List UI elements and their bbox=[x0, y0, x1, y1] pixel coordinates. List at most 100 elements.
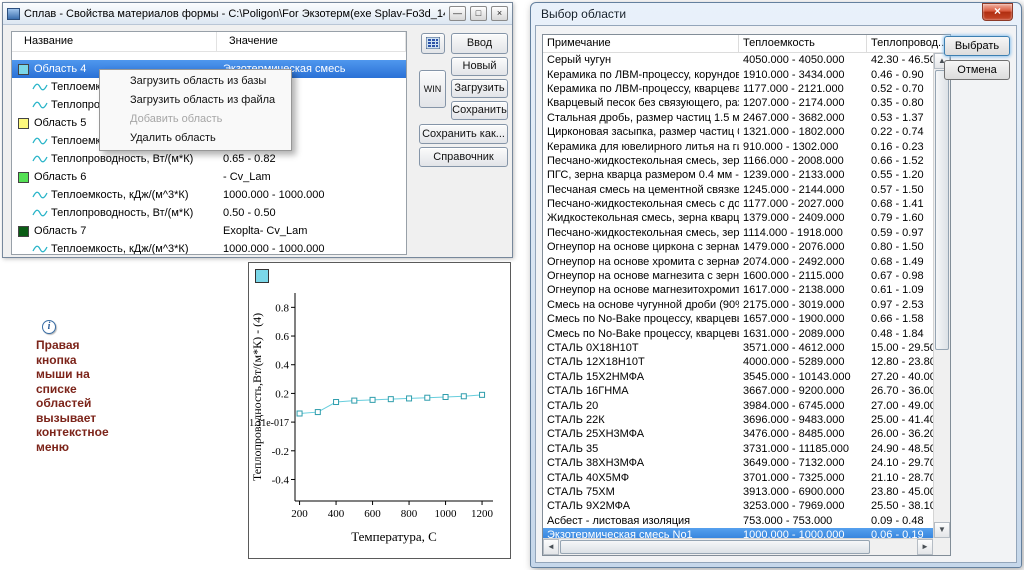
horizontal-scroll-thumb[interactable] bbox=[560, 540, 870, 554]
material-cell: 0.48 - 1.84 bbox=[867, 328, 933, 340]
context-menu-item: Добавить область bbox=[102, 110, 289, 129]
material-cell: 1000.000 - 1000.000 bbox=[739, 529, 867, 538]
material-cell: 1239.000 - 2133.000 bbox=[739, 169, 867, 181]
column-header-value[interactable]: Значение bbox=[217, 32, 406, 51]
material-row[interactable]: Цирконовая засыпка, размер частиц 0.25 м… bbox=[543, 125, 933, 139]
property-value: Exoplta- Cv_Lam bbox=[217, 225, 406, 237]
note-text-line: меню bbox=[36, 440, 148, 455]
material-cell: Смесь на основе чугунной дроби (90%) раз… bbox=[543, 299, 739, 311]
context-menu-item[interactable]: Загрузить область из базы bbox=[102, 72, 289, 91]
material-cell: СТАЛЬ 16ГНМА bbox=[543, 385, 739, 397]
context-menu-item[interactable]: Удалить область bbox=[102, 129, 289, 148]
close-button[interactable]: × bbox=[491, 6, 508, 21]
select-button[interactable]: Выбрать bbox=[944, 36, 1010, 56]
material-cell: Жидкостекольная смесь, зерна кварца и ц.… bbox=[543, 212, 739, 224]
property-row[interactable]: Область 7Exoplta- Cv_Lam bbox=[12, 222, 406, 240]
material-row[interactable]: Смесь по No-Bake процессу, кварцевые зер… bbox=[543, 326, 933, 340]
region-color-swatch bbox=[18, 64, 29, 75]
new-button[interactable]: Новый bbox=[451, 57, 508, 76]
material-row[interactable]: СТАЛЬ 353731.000 - 11185.00024.90 - 48.5… bbox=[543, 442, 933, 456]
material-row[interactable]: СТАЛЬ 12X18Н10Т4000.000 - 5289.00012.80 … bbox=[543, 355, 933, 369]
column-header-heat-capacity[interactable]: Теплоемкость bbox=[739, 35, 867, 52]
svg-text:600: 600 bbox=[364, 508, 381, 520]
svg-text:-0.4: -0.4 bbox=[272, 474, 290, 486]
material-row[interactable]: Смесь на основе чугунной дроби (90%) раз… bbox=[543, 298, 933, 312]
close-icon[interactable]: × bbox=[982, 3, 1013, 21]
material-row[interactable]: СТАЛЬ 25ХН3МФА3476.000 - 8485.00026.00 -… bbox=[543, 427, 933, 441]
material-row[interactable]: СТАЛЬ 38ХН3МФА3649.000 - 7132.00024.10 -… bbox=[543, 456, 933, 470]
maximize-button[interactable]: □ bbox=[470, 6, 487, 21]
vertical-scrollbar[interactable]: ▲ ▼ bbox=[933, 53, 950, 538]
material-row[interactable]: ПГС, зерна кварца размером 0.4 мм - 100%… bbox=[543, 168, 933, 182]
materials-list[interactable]: Примечание Теплоемкость Теплопровод... С… bbox=[542, 34, 951, 556]
property-value: 0.50 - 0.50 bbox=[217, 207, 406, 219]
column-header-name[interactable]: Название bbox=[12, 32, 217, 51]
material-cell: Песчаная смесь на цементной связке, зерн… bbox=[543, 184, 739, 196]
material-row[interactable]: СТАЛЬ 9Х2МФА3253.000 - 7969.00025.50 - 3… bbox=[543, 499, 933, 513]
keypad-icon bbox=[426, 37, 440, 49]
material-cell: 0.55 - 1.20 bbox=[867, 169, 933, 181]
scroll-left-icon[interactable]: ◄ bbox=[543, 539, 559, 555]
svg-text:Теплопроводность,Вт/(м*К) - (4: Теплопроводность,Вт/(м*К) - (4) bbox=[250, 313, 264, 481]
win-button[interactable]: WIN bbox=[419, 70, 446, 108]
material-cell: 1631.000 - 2089.000 bbox=[739, 328, 867, 340]
horizontal-scrollbar[interactable]: ◄ ► bbox=[543, 538, 933, 555]
svg-text:0.2: 0.2 bbox=[275, 388, 289, 400]
material-row[interactable]: Керамика по ЛВМ-процессу, корундовая осн… bbox=[543, 67, 933, 81]
material-row[interactable]: Песчано-жидкостекольная смесь, зерна ква… bbox=[543, 154, 933, 168]
svg-text:0.4: 0.4 bbox=[275, 360, 289, 372]
titlebar[interactable]: Сплав - Свойства материалов формы - C:\P… bbox=[3, 3, 512, 25]
material-row[interactable]: Песчано-жидкостекольная смесь с добавле.… bbox=[543, 197, 933, 211]
material-row[interactable]: Смесь по No-Bake процессу, кварцевые зер… bbox=[543, 312, 933, 326]
material-row[interactable]: СТАЛЬ 0X18Н10Т3571.000 - 4612.00015.00 -… bbox=[543, 341, 933, 355]
material-row[interactable]: Асбест - листовая изоляция753.000 - 753.… bbox=[543, 514, 933, 528]
material-row[interactable]: Песчано-жидкостекольная смесь, зерна ква… bbox=[543, 226, 933, 240]
material-row[interactable]: Стальная дробь, размер частиц 1.5 мм, пл… bbox=[543, 111, 933, 125]
material-row[interactable]: СТАЛЬ 40Х5МФ3701.000 - 7325.00021.10 - 2… bbox=[543, 470, 933, 484]
keypad-icon-button[interactable] bbox=[421, 33, 445, 54]
scroll-right-icon[interactable]: ► bbox=[917, 539, 933, 555]
material-cell: 0.16 - 0.23 bbox=[867, 141, 933, 153]
enter-button[interactable]: Ввод bbox=[451, 33, 508, 54]
material-row[interactable]: СТАЛЬ 22К3696.000 - 9483.00025.00 - 41.4… bbox=[543, 413, 933, 427]
svg-text:800: 800 bbox=[401, 508, 418, 520]
cancel-button[interactable]: Отмена bbox=[944, 60, 1010, 80]
material-row[interactable]: Жидкостекольная смесь, зерна кварца и ц.… bbox=[543, 211, 933, 225]
note-text-line: кнопка bbox=[36, 353, 148, 368]
property-row[interactable]: Теплопроводность, Вт/(м*К)0.50 - 0.50 bbox=[12, 204, 406, 222]
property-row[interactable]: Теплопроводность, Вт/(м*К)0.65 - 0.82 bbox=[12, 150, 406, 168]
load-button[interactable]: Загрузить bbox=[451, 79, 508, 98]
material-cell: Песчано-жидкостекольная смесь с добавле.… bbox=[543, 198, 739, 210]
material-row[interactable]: СТАЛЬ 203984.000 - 6745.00027.00 - 49.00 bbox=[543, 398, 933, 412]
vertical-scroll-thumb[interactable] bbox=[935, 70, 949, 350]
material-row[interactable]: Песчаная смесь на цементной связке, зерн… bbox=[543, 183, 933, 197]
reference-button[interactable]: Справочник bbox=[419, 147, 508, 167]
material-row[interactable]: Огнеупор на основе хромита с зернами 0.2… bbox=[543, 254, 933, 268]
material-row[interactable]: Керамика для ювелирного литья на гипсов.… bbox=[543, 139, 933, 153]
material-row[interactable]: Огнеупор на основе магнезитохромита с зе… bbox=[543, 283, 933, 297]
property-row[interactable]: Теплоемкость, кДж/(м^3*К)1000.000 - 1000… bbox=[12, 240, 406, 255]
property-row[interactable]: Теплоемкость, кДж/(м^3*К)1000.000 - 1000… bbox=[12, 186, 406, 204]
material-row[interactable]: Экзотермическая смесь No11000.000 - 1000… bbox=[543, 528, 933, 538]
materials-properties-window: Сплав - Свойства материалов формы - C:\P… bbox=[2, 2, 513, 258]
save-as-button[interactable]: Сохранить как... bbox=[419, 124, 508, 144]
column-header-conductivity[interactable]: Теплопровод... bbox=[867, 35, 950, 52]
dialog-titlebar[interactable]: Выбор области bbox=[531, 3, 1021, 25]
scroll-down-icon[interactable]: ▼ bbox=[934, 522, 950, 538]
material-row[interactable]: Керамика по ЛВМ-процессу, кварцевая осно… bbox=[543, 82, 933, 96]
material-cell: 0.61 - 1.09 bbox=[867, 284, 933, 296]
material-row[interactable]: Огнеупор на основе магнезита с зернами 0… bbox=[543, 269, 933, 283]
material-row[interactable]: СТАЛЬ 75ХМ3913.000 - 6900.00023.80 - 45.… bbox=[543, 485, 933, 499]
material-row[interactable]: Кварцевый песок без связующего, размер ч… bbox=[543, 96, 933, 110]
save-button[interactable]: Сохранить bbox=[451, 101, 508, 120]
window-title: Сплав - Свойства материалов формы - C:\P… bbox=[24, 8, 445, 20]
property-row[interactable]: Область 6- Cv_Lam bbox=[12, 168, 406, 186]
material-row[interactable]: Огнеупор на основе циркона с зернами 0.1… bbox=[543, 240, 933, 254]
column-header-note[interactable]: Примечание bbox=[543, 35, 739, 52]
material-row[interactable]: Серый чугун4050.000 - 4050.00042.30 - 46… bbox=[543, 53, 933, 67]
property-name: Теплоемкость, кДж/(м^3*К) bbox=[51, 243, 188, 255]
context-menu-item[interactable]: Загрузить область из файла bbox=[102, 91, 289, 110]
minimize-button[interactable]: — bbox=[449, 6, 466, 21]
material-row[interactable]: СТАЛЬ 16ГНМА3667.000 - 9200.00026.70 - 3… bbox=[543, 384, 933, 398]
material-row[interactable]: СТАЛЬ 15Х2НМФА3545.000 - 10143.00027.20 … bbox=[543, 370, 933, 384]
